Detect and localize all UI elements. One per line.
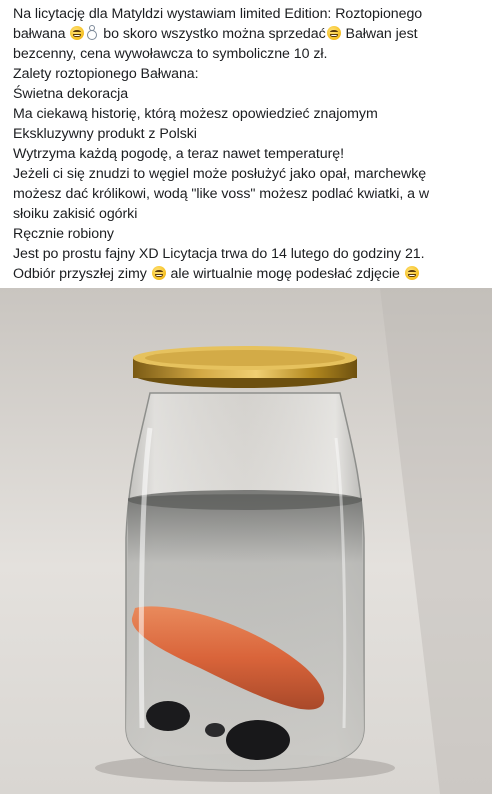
post-line: Jest po prostu fajny XD Licytacja trwa d… — [13, 244, 484, 264]
jar — [125, 392, 365, 771]
post-text-fragment: Jeżeli ci się znudzi to węgiel może posł… — [13, 166, 427, 182]
post-line: bałwana bo skoro wszystko można sprzedać… — [13, 24, 484, 44]
post-text-fragment: bałwana — [13, 26, 70, 42]
post-line: Na licytację dla Matyldzi wystawiam limi… — [13, 4, 484, 24]
post-text-fragment: Wytrzyma każdą pogodę, a teraz nawet tem… — [13, 146, 344, 162]
post-text: Na licytację dla Matyldzi wystawiam limi… — [0, 0, 492, 288]
post-line: możesz dać królikowi, wodą "like voss" m… — [13, 184, 484, 204]
post-text-fragment: Ekskluzywny produkt z Polski — [13, 126, 197, 142]
post-line: Ekskluzywny produkt z Polski — [13, 124, 484, 144]
post-text-fragment: Świetna dekoracja — [13, 86, 129, 102]
post-text-fragment: ale wirtualnie mogę podesłać zdjęcie — [166, 266, 404, 282]
post-text-fragment: Odbiór przyszłej zimy — [13, 266, 151, 282]
coal-right — [226, 720, 290, 760]
post-line: Ma ciekawą historię, którą możesz opowie… — [13, 104, 484, 124]
coal-small — [205, 723, 225, 737]
post-text-fragment: bo skoro wszystko można sprzedać — [99, 26, 326, 42]
post-line: Zalety roztopionego Bałwana: — [13, 64, 484, 84]
post-line: Świetna dekoracja — [13, 84, 484, 104]
post-text-fragment: Jest po prostu fajny XD Licytacja trwa d… — [13, 246, 425, 262]
post-text-fragment: Bałwan jest — [341, 26, 418, 42]
grinning-face-emoji-icon — [151, 266, 166, 280]
post-text-fragment: Ręcznie robiony — [13, 226, 114, 242]
grinning-face-emoji-icon — [326, 26, 341, 40]
post-text-fragment: Ma ciekawą historię, którą możesz opowie… — [13, 106, 378, 122]
grinning-face-emoji-icon — [404, 266, 419, 280]
post-line: słoiku zakisić ogórki — [13, 204, 484, 224]
jar-lid — [133, 346, 357, 388]
post-line: Wytrzyma każdą pogodę, a teraz nawet tem… — [13, 144, 484, 164]
post-text-fragment: słoiku zakisić ogórki — [13, 206, 138, 222]
post-line: Jeżeli ci się znudzi to węgiel może posł… — [13, 164, 484, 184]
post-photo[interactable] — [0, 288, 492, 794]
water-surface — [128, 490, 362, 510]
post-text-fragment: Na licytację dla Matyldzi wystawiam limi… — [13, 6, 423, 22]
post-line: bezcenny, cena wywoławcza to symboliczne… — [13, 44, 484, 64]
post-text-fragment: Zalety roztopionego Bałwana: — [13, 66, 199, 82]
post-text-fragment: bezcenny, cena wywoławcza to symboliczne… — [13, 46, 328, 62]
post-line: Odbiór przyszłej zimy ale wirtualnie mog… — [13, 264, 484, 284]
post-line: Ręcznie robiony — [13, 224, 484, 244]
grinning-face-emoji-icon — [70, 26, 85, 40]
post-text-fragment: możesz dać królikowi, wodą "like voss" m… — [13, 186, 430, 202]
coal-left — [146, 701, 190, 731]
snowman-emoji-icon — [86, 25, 98, 41]
